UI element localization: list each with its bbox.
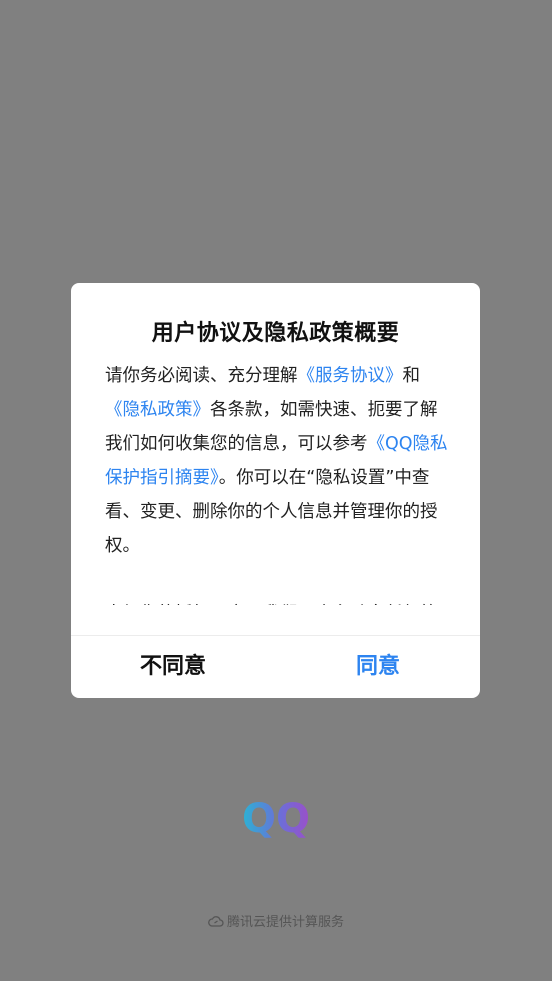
qq-logo-text: QQ [242,796,310,840]
dialog-title: 用户协议及隐私政策概要 [151,321,400,346]
privacy-policy-link[interactable]: 《隐私政策》 [105,400,210,420]
privacy-dialog: 用户协议及隐私政策概要 请你务必阅读、充分理解《服务协议》和《隐私政策》各条款，… [71,283,480,698]
dialog-body: 请你务必阅读、充分理解《服务协议》和《隐私政策》各条款，如需快速、扼要了解我们如… [105,359,450,605]
agreement-text: 请你务必阅读、充分理解 [105,366,298,386]
footer: 腾讯云提供计算服务 [0,912,552,934]
agreement-text: 和 [402,366,421,386]
footer-text: 腾讯云提供计算服务 [226,915,344,930]
disagree-button[interactable]: 不同意 [71,636,275,698]
cloud-icon [208,916,224,927]
service-agreement-link[interactable]: 《服务协议》 [298,366,403,386]
dialog-paragraph: 未经你的授权同意，我们不会主动向任何第三方共享你的个人信息。 [105,597,450,605]
qq-logo: QQ [242,796,310,840]
dialog-paragraph: 请你务必阅读、充分理解《服务协议》和《隐私政策》各条款，如需快速、扼要了解我们如… [105,359,450,563]
agree-button[interactable]: 同意 [276,636,480,698]
